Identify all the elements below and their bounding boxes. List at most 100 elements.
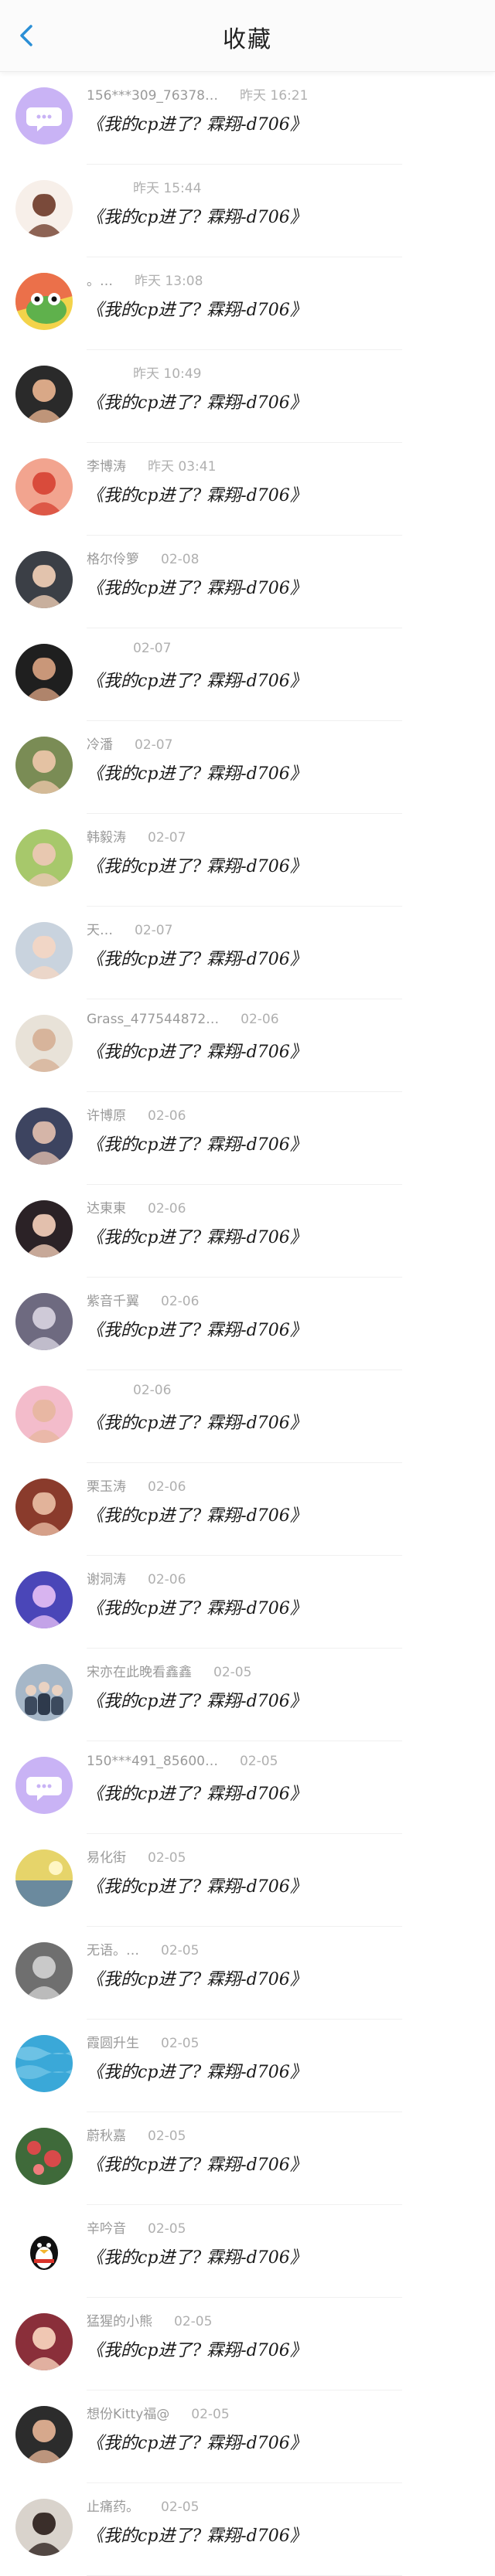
group-avatar[interactable] <box>15 1664 73 1721</box>
person-dark-avatar[interactable] <box>15 366 73 423</box>
anime-avatar[interactable] <box>15 1293 73 1350</box>
message-text: 《我的cp进了? 霖翔-d706》 <box>87 1321 307 1340</box>
user-name: 156***309_76378… <box>87 88 218 104</box>
message-text: 《我的cp进了? 霖翔-d706》 <box>87 1228 307 1247</box>
person-bright-avatar[interactable] <box>15 2313 73 2370</box>
item-meta: 02-07 <box>87 641 171 661</box>
timestamp: 昨天 10:49 <box>133 366 202 382</box>
item-meta: 昨天 10:49 <box>87 362 201 383</box>
list-item[interactable]: 昨天 15:44 《我的cp进了? 霖翔-d706》 <box>0 165 495 257</box>
item-meta: 霞圆升生 02-05 <box>87 2032 199 2052</box>
chat-bubble-avatar[interactable] <box>15 1757 73 1814</box>
landscape-avatar[interactable] <box>15 1849 73 1907</box>
list-item[interactable]: Grass_477544872… 02-06 《我的cp进了? 霖翔-d706》 <box>0 999 495 1092</box>
flowers-avatar[interactable] <box>15 2128 73 2185</box>
user-name: 紫音千翼 <box>87 1294 139 1309</box>
person-dark-hair-avatar[interactable] <box>15 1200 73 1257</box>
message-text: 《我的cp进了? 霖翔-d706》 <box>87 2156 307 2175</box>
list-item[interactable]: 150***491_85600… 02-05 《我的cp进了? 霖翔-d706》 <box>0 1741 495 1834</box>
person-green-avatar[interactable] <box>15 829 73 886</box>
person-soft-avatar[interactable] <box>15 2499 73 2556</box>
list-item[interactable]: 天… 02-07 《我的cp进了? 霖翔-d706》 <box>0 907 495 999</box>
message-text: 《我的cp进了? 霖翔-d706》 <box>87 1599 307 1618</box>
message-text: 《我的cp进了? 霖翔-d706》 <box>87 1135 307 1155</box>
person-dark-avatar[interactable] <box>15 644 73 701</box>
water-avatar[interactable] <box>15 2035 73 2092</box>
pink-person-avatar[interactable] <box>15 1386 73 1443</box>
user-name: 猛猩的小熊 <box>87 2314 152 2329</box>
list-item[interactable]: 想份Kitty福@ 02-05 《我的cp进了? 霖翔-d706》 <box>0 2391 495 2483</box>
list-item[interactable]: 霞圆升生 02-05 《我的cp进了? 霖翔-d706》 <box>0 2020 495 2112</box>
user-name: 达東東 <box>87 1201 126 1217</box>
list-item[interactable]: 许博原 02-06 《我的cp进了? 霖翔-d706》 <box>0 1092 495 1185</box>
list-item[interactable]: 达東東 02-06 《我的cp进了? 霖翔-d706》 <box>0 1185 495 1278</box>
chat-bubble-avatar[interactable] <box>15 87 73 145</box>
message-text: 《我的cp进了? 霖翔-d706》 <box>87 486 307 505</box>
list-item[interactable]: 易化街 02-05 《我的cp进了? 霖翔-d706》 <box>0 1834 495 1927</box>
list-item[interactable]: 猛猩的小熊 02-05 《我的cp进了? 霖翔-d706》 <box>0 2298 495 2391</box>
item-meta: 李博涛 昨天 03:41 <box>87 455 216 475</box>
message-text: 《我的cp进了? 霖翔-d706》 <box>87 2248 307 2268</box>
message-text: 《我的cp进了? 霖翔-d706》 <box>87 1414 307 1433</box>
list-item[interactable]: 冷潘 02-07 《我的cp进了? 霖翔-d706》 <box>0 721 495 814</box>
person-red-avatar[interactable] <box>15 1479 73 1536</box>
timestamp: 02-07 <box>148 830 186 846</box>
person-night-avatar[interactable] <box>15 1108 73 1165</box>
list-item[interactable]: 156***309_76378… 昨天 16:21 《我的cp进了? 霖翔-d706… <box>0 72 495 165</box>
user-name: 天… <box>87 923 113 938</box>
timestamp: 02-06 <box>133 1383 172 1398</box>
timestamp: 02-05 <box>174 2314 213 2329</box>
user-name: Grass_477544872… <box>87 1012 220 1027</box>
gray-person-avatar[interactable] <box>15 1942 73 1999</box>
list-item[interactable]: 宋亦在此晚看鑫鑫 02-05 《我的cp进了? 霖翔-d706》 <box>0 1649 495 1741</box>
user-name: 想份Kitty福@ <box>87 2407 170 2422</box>
timestamp: 02-06 <box>161 1294 200 1309</box>
list-item[interactable]: 02-07 《我的cp进了? 霖翔-d706》 <box>0 628 495 721</box>
list-item[interactable]: 谢洞涛 02-06 《我的cp进了? 霖翔-d706》 <box>0 1556 495 1649</box>
timestamp: 02-06 <box>148 1108 186 1124</box>
item-meta: 格尔伶箩 02-08 <box>87 548 199 568</box>
favorites-list: 156***309_76378… 昨天 16:21 《我的cp进了? 霖翔-d706… <box>0 72 495 2576</box>
list-item[interactable]: 蔚秋嘉 02-05 《我的cp进了? 霖翔-d706》 <box>0 2112 495 2205</box>
list-item[interactable]: 辛吟音 02-05 《我的cp进了? 霖翔-d706》 <box>0 2205 495 2298</box>
item-meta: 宋亦在此晚看鑫鑫 02-05 <box>87 1661 251 1681</box>
user-name: 冷潘 <box>87 737 113 753</box>
cartoon-girl-avatar[interactable] <box>15 180 73 237</box>
cartoon-red-avatar[interactable] <box>15 458 73 516</box>
baby-avatar[interactable] <box>15 922 73 979</box>
item-meta: 止痛药。 02-05 <box>87 2496 199 2516</box>
list-item[interactable]: 02-06 《我的cp进了? 霖翔-d706》 <box>0 1370 495 1463</box>
timestamp: 02-05 <box>161 2036 200 2051</box>
item-meta: 。… 昨天 13:08 <box>87 270 203 290</box>
message-text: 《我的cp进了? 霖翔-d706》 <box>87 764 307 784</box>
list-item[interactable]: 止痛药。 02-05 《我的cp进了? 霖翔-d706》 <box>0 2483 495 2576</box>
list-item[interactable]: 昨天 10:49 《我的cp进了? 霖翔-d706》 <box>0 350 495 443</box>
list-item[interactable]: 紫音千翼 02-06 《我的cp进了? 霖翔-d706》 <box>0 1278 495 1370</box>
list-item[interactable]: 无语。… 02-05 《我的cp进了? 霖翔-d706》 <box>0 1927 495 2020</box>
list-item[interactable]: 李博涛 昨天 03:41 《我的cp进了? 霖翔-d706》 <box>0 443 495 536</box>
list-item[interactable]: 格尔伶箩 02-08 《我的cp进了? 霖翔-d706》 <box>0 536 495 628</box>
timestamp: 02-06 <box>148 1201 186 1217</box>
person-outdoor-avatar[interactable] <box>15 737 73 794</box>
penguin-avatar[interactable] <box>15 2220 73 2278</box>
list-item[interactable]: 韩毅涛 02-07 《我的cp进了? 霖翔-d706》 <box>0 814 495 907</box>
person-dim-avatar[interactable] <box>15 2406 73 2463</box>
concert-avatar[interactable] <box>15 1571 73 1628</box>
timestamp: 昨天 16:21 <box>239 88 309 104</box>
person-avatar[interactable] <box>15 551 73 608</box>
list-item[interactable]: 。… 昨天 13:08 《我的cp进了? 霖翔-d706》 <box>0 257 495 350</box>
timestamp: 02-08 <box>161 552 200 567</box>
timestamp: 02-07 <box>133 641 172 656</box>
timestamp: 02-05 <box>191 2407 230 2422</box>
frog-avatar[interactable] <box>15 273 73 330</box>
user-name: 格尔伶箩 <box>87 552 139 567</box>
message-text: 《我的cp进了? 霖翔-d706》 <box>87 301 307 320</box>
item-meta: 无语。… 02-05 <box>87 1939 199 1959</box>
timestamp: 昨天 13:08 <box>135 274 203 289</box>
page-title: 收藏 <box>223 26 272 53</box>
message-text: 《我的cp进了? 霖翔-d706》 <box>87 1877 307 1897</box>
message-text: 《我的cp进了? 霖翔-d706》 <box>87 2434 307 2453</box>
item-meta: 紫音千翼 02-06 <box>87 1290 199 1310</box>
person-light-avatar[interactable] <box>15 1015 73 1072</box>
list-item[interactable]: 栗玉涛 02-06 《我的cp进了? 霖翔-d706》 <box>0 1463 495 1556</box>
